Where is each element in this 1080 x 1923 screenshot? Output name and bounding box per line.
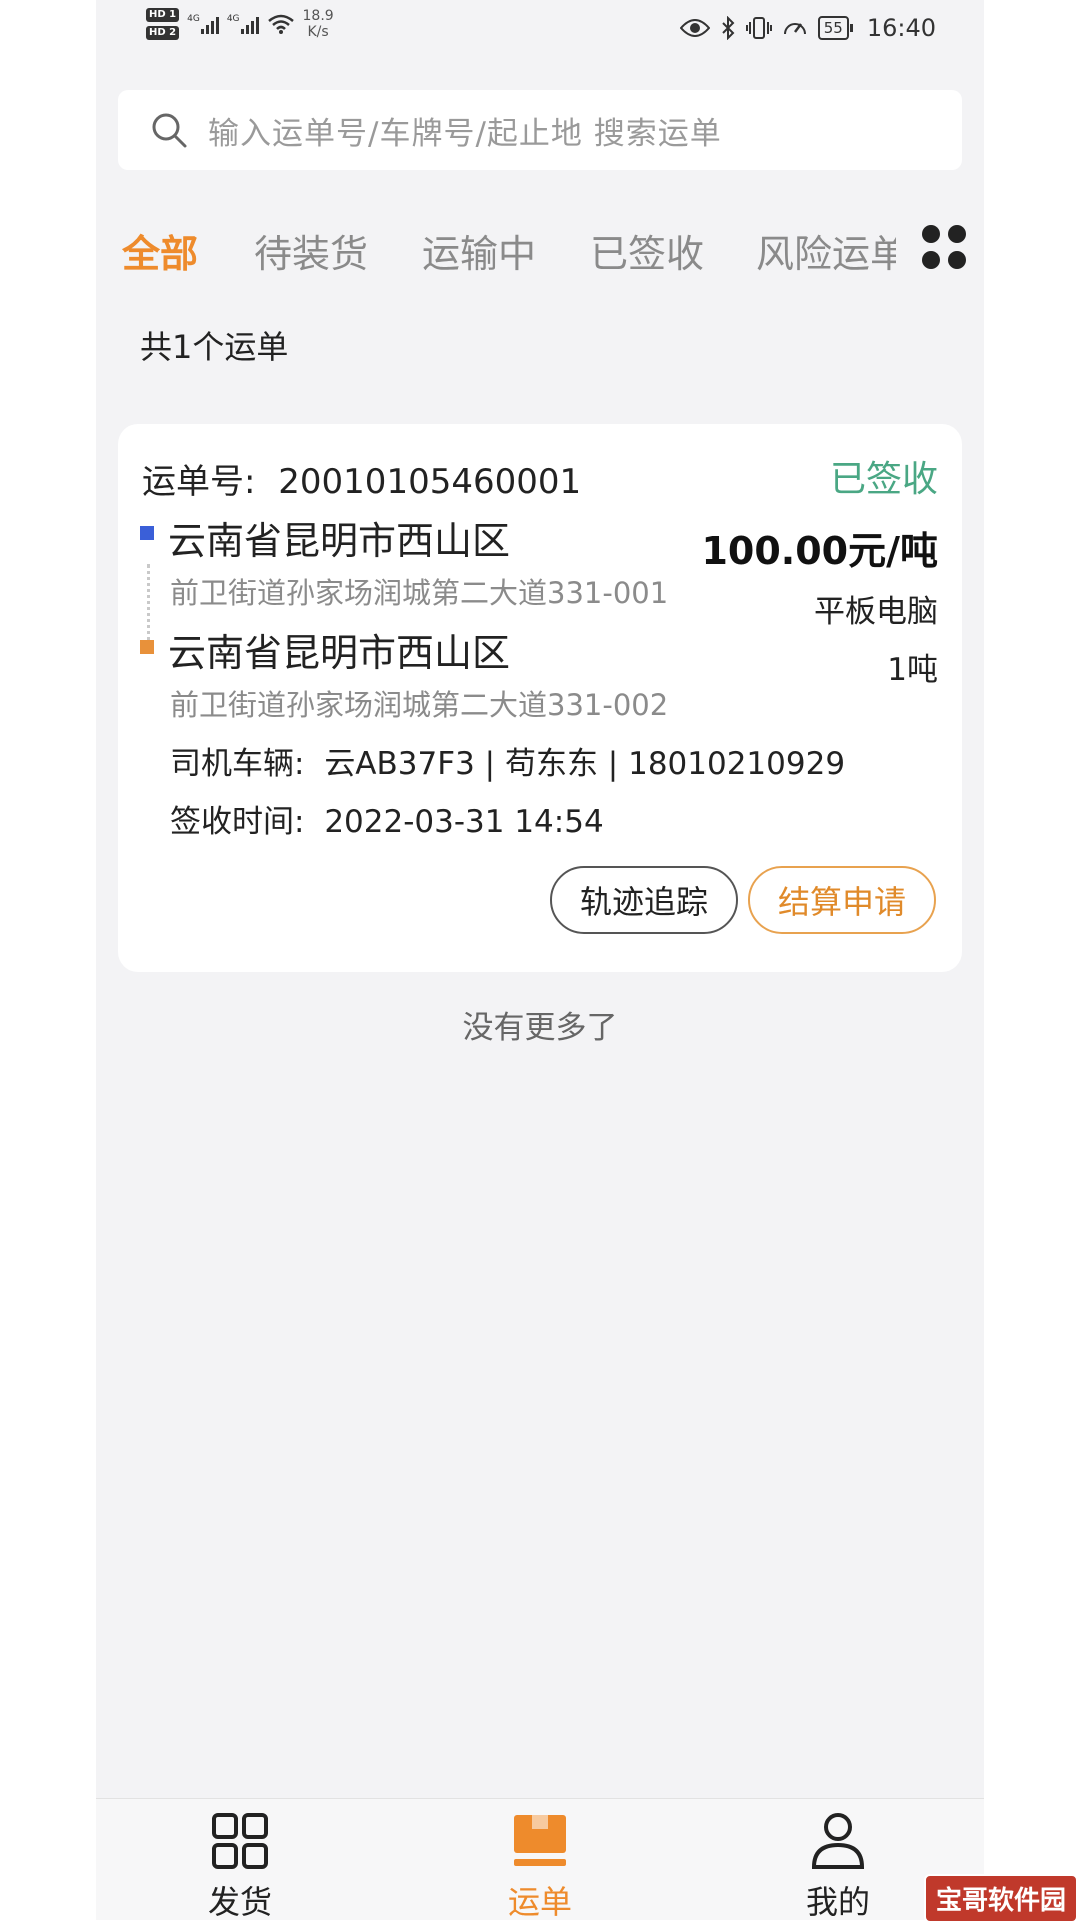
- app-screen: HD 1 HD 2 4G 4G 18.9 K/s 55 16:40 输入运单号/…: [96, 0, 984, 1920]
- status-badge: 已签收: [829, 459, 938, 500]
- origin-city: 云南省昆明市西山区: [168, 519, 511, 563]
- nav-waybill[interactable]: 运单: [460, 1811, 620, 1920]
- vibrate-icon: [745, 17, 772, 39]
- bottom-nav: 发货 运单 我的: [96, 1798, 984, 1920]
- status-bar: HD 1 HD 2 4G 4G 18.9 K/s 55 16:40: [96, 0, 984, 64]
- origin-marker-icon: [140, 526, 154, 540]
- sign-time: 签收时间: 2022-03-31 14:54: [170, 796, 604, 841]
- nav-ship[interactable]: 发货: [160, 1811, 320, 1920]
- tab-signed[interactable]: 已签收: [590, 223, 704, 278]
- clock: 16:40: [866, 14, 936, 42]
- goods-name: 平板电脑: [814, 594, 938, 630]
- search-bar[interactable]: 输入运单号/车牌号/起止地 搜索运单: [118, 90, 962, 170]
- destination-marker-icon: [140, 640, 154, 654]
- order-number-value: 20010105460001: [278, 462, 582, 502]
- tab-in-transit[interactable]: 运输中: [422, 223, 536, 278]
- network2-label: 4G: [226, 14, 240, 24]
- nav-ship-label: 发货: [207, 1883, 272, 1920]
- sim2-badge: HD 2: [146, 26, 180, 40]
- driver-label: 司机车辆:: [170, 746, 305, 782]
- driver-info: 云AB37F3 | 苟东东 | 18010210929: [324, 746, 846, 782]
- nav-waybill-label: 运单: [507, 1883, 572, 1920]
- signal-2-bars: [240, 14, 259, 34]
- user-icon: [811, 1813, 865, 1869]
- track-button[interactable]: 轨迹追踪: [550, 866, 738, 934]
- status-left: HD 1 HD 2 4G 4G 18.9 K/s: [146, 8, 334, 40]
- wifi-icon: [267, 14, 294, 34]
- speedometer-icon: [783, 23, 806, 35]
- destination-address: 前卫街道孙家场润城第二大道331-002: [170, 688, 669, 722]
- order-number: 运单号: 20010105460001: [142, 454, 581, 503]
- driver-vehicle: 司机车辆: 云AB37F3 | 苟东东 | 18010210929: [170, 738, 845, 783]
- signal-2-icon: 4G: [227, 14, 259, 34]
- speed-unit: K/s: [307, 24, 329, 40]
- status-tabs: 全部 待装货 运输中 已签收 风险运单: [96, 215, 984, 285]
- network-speed: 18.9 K/s: [303, 8, 334, 40]
- search-input[interactable]: 输入运单号/车牌号/起止地 搜索运单: [208, 108, 722, 153]
- eye-icon: [679, 19, 710, 37]
- watermark-logo: 宝哥软件园: [923, 1874, 1078, 1923]
- more-tabs-icon[interactable]: [920, 223, 968, 271]
- network1-label: 4G: [187, 14, 200, 24]
- sign-label: 签收时间:: [170, 804, 305, 840]
- sign-time-value: 2022-03-31 14:54: [324, 804, 604, 840]
- goods-weight: 1吨: [887, 652, 938, 688]
- tab-pending-load[interactable]: 待装货: [254, 223, 368, 278]
- tab-all[interactable]: 全部: [122, 223, 198, 278]
- signal-1-icon: 4G: [187, 14, 219, 34]
- sim-indicators: HD 1 HD 2: [146, 8, 180, 40]
- order-card[interactable]: 运单号: 20010105460001 已签收 云南省昆明市西山区 前卫街道孙家…: [118, 424, 962, 972]
- grid-icon: [212, 1813, 268, 1869]
- bluetooth-icon: [722, 16, 735, 40]
- signal-1-bars: [200, 14, 219, 34]
- box-icon: [514, 1815, 566, 1866]
- freight-price: 100.00元/吨: [701, 529, 938, 573]
- status-right: 55 16:40: [679, 14, 936, 42]
- nav-mine[interactable]: 我的: [758, 1811, 918, 1920]
- destination-city: 云南省昆明市西山区: [168, 631, 511, 675]
- origin-address: 前卫街道孙家场润城第二大道331-001: [170, 576, 669, 610]
- sim1-badge: HD 1: [146, 8, 180, 22]
- nav-mine-label: 我的: [805, 1883, 870, 1920]
- tab-risk[interactable]: 风险运单: [756, 223, 896, 278]
- speed-value: 18.9: [302, 8, 334, 24]
- list-end-text: 没有更多了: [462, 1010, 618, 1046]
- battery-icon: 55: [817, 16, 853, 40]
- settlement-button[interactable]: 结算申请: [748, 866, 936, 934]
- order-count: 共1个运单: [140, 328, 289, 366]
- order-number-label: 运单号:: [142, 462, 256, 502]
- search-icon: [152, 113, 187, 148]
